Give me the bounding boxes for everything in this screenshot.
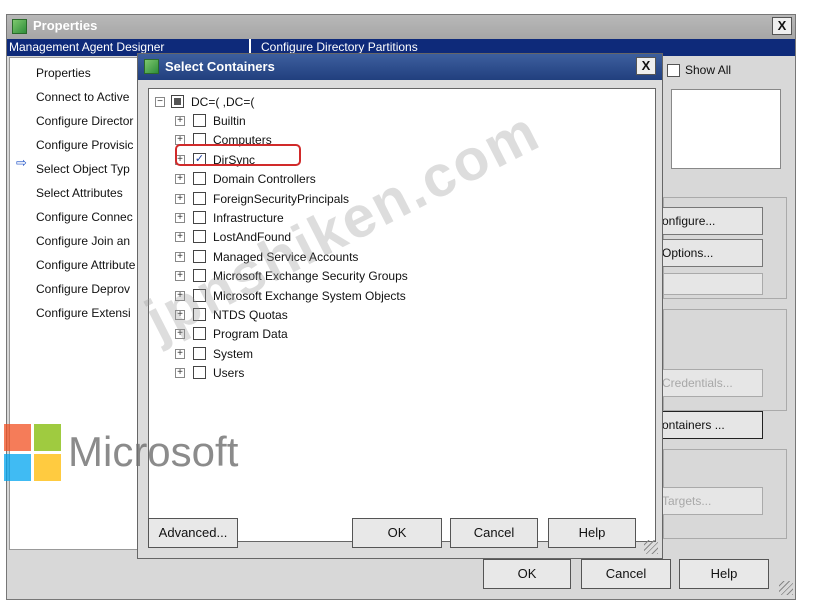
nav-item-configure-join[interactable]: Configure Join an bbox=[36, 232, 130, 250]
logo-square-blue bbox=[4, 454, 31, 481]
properties-cancel-button[interactable]: Cancel bbox=[581, 559, 671, 589]
select-containers-help-button[interactable]: Help bbox=[548, 518, 636, 548]
nav-item-configure-attribute-flow[interactable]: Configure Attribute bbox=[36, 256, 135, 274]
resize-grip-icon[interactable] bbox=[644, 540, 658, 554]
selected-arrow-icon: ⇨ bbox=[16, 155, 27, 170]
disabled-button bbox=[663, 273, 763, 295]
container-checkbox[interactable] bbox=[193, 346, 206, 360]
nav-item-configure-extensions[interactable]: Configure Extensi bbox=[36, 304, 131, 322]
nav-item-configure-directory-partitions[interactable]: Configure Director bbox=[36, 112, 133, 130]
container-checkbox[interactable] bbox=[193, 366, 206, 380]
partitions-listbox[interactable] bbox=[671, 89, 781, 169]
properties-help-button[interactable]: Help bbox=[679, 559, 769, 589]
container-label: Program Data bbox=[213, 327, 288, 342]
options-button[interactable]: Options... bbox=[655, 239, 763, 267]
tree-item-system[interactable]: + System bbox=[149, 345, 629, 364]
resize-grip-icon[interactable] bbox=[779, 581, 793, 595]
expand-icon[interactable]: + bbox=[175, 213, 185, 223]
show-all-label: Show All bbox=[685, 63, 732, 77]
select-containers-title-bar[interactable]: Select Containers bbox=[138, 54, 662, 80]
expand-icon[interactable]: + bbox=[175, 251, 185, 262]
select-containers-close-button[interactable]: X bbox=[636, 57, 656, 75]
container-label: System bbox=[213, 346, 254, 361]
root-checkbox[interactable] bbox=[171, 95, 184, 108]
properties-ok-button[interactable]: OK bbox=[483, 559, 571, 589]
tree-root-node[interactable]: − DC=( ,DC=( bbox=[149, 93, 629, 112]
properties-button-bar: OK Cancel Help bbox=[7, 553, 795, 599]
properties-title-bar[interactable]: Properties bbox=[7, 15, 795, 39]
microsoft-wordmark: Microsoft bbox=[68, 428, 239, 475]
container-checkbox[interactable] bbox=[193, 230, 206, 244]
tree-item-program-data[interactable]: + Program Data bbox=[149, 325, 629, 344]
dirsync-highlight-annotation bbox=[175, 144, 301, 166]
expand-icon[interactable]: + bbox=[175, 174, 185, 185]
properties-title: Properties bbox=[33, 18, 98, 33]
credentials-button[interactable]: Credentials... bbox=[655, 369, 763, 397]
container-label: Builtin bbox=[213, 114, 246, 128]
logo-square-yellow bbox=[34, 454, 61, 481]
logo-square-red bbox=[4, 424, 31, 451]
nav-item-select-attributes[interactable]: Select Attributes bbox=[36, 184, 123, 202]
containers-button[interactable]: ontainers ... bbox=[655, 411, 763, 439]
collapse-icon[interactable]: − bbox=[155, 97, 165, 107]
select-containers-ok-button[interactable]: OK bbox=[352, 518, 442, 548]
advanced-button[interactable]: Advanced... bbox=[148, 518, 238, 548]
tree-item-builtin[interactable]: + Builtin bbox=[149, 112, 629, 131]
container-checkbox[interactable] bbox=[193, 172, 206, 186]
properties-close-button[interactable]: X bbox=[772, 17, 792, 35]
expand-icon[interactable]: + bbox=[175, 368, 185, 379]
expand-icon[interactable]: + bbox=[175, 193, 185, 204]
container-checkbox[interactable] bbox=[193, 191, 206, 205]
container-checkbox[interactable] bbox=[193, 114, 206, 127]
app-icon bbox=[12, 19, 27, 34]
app-icon bbox=[144, 59, 159, 74]
nav-item-configure-deprovisioning[interactable]: Configure Deprov bbox=[36, 280, 130, 298]
nav-item-configure-provisioning[interactable]: Configure Provisic bbox=[36, 136, 133, 154]
select-containers-title: Select Containers bbox=[165, 59, 275, 74]
configure-button[interactable]: onfigure... bbox=[655, 207, 763, 235]
expand-icon[interactable]: + bbox=[175, 348, 185, 359]
tree-item-users[interactable]: + Users bbox=[149, 364, 629, 383]
select-containers-cancel-button[interactable]: Cancel bbox=[450, 518, 538, 548]
nav-item-configure-connector-filter[interactable]: Configure Connec bbox=[36, 208, 133, 226]
expand-icon[interactable]: + bbox=[175, 116, 185, 126]
expand-icon[interactable]: + bbox=[175, 232, 185, 243]
show-all-checkbox[interactable] bbox=[667, 64, 680, 77]
microsoft-logo-icon bbox=[4, 424, 62, 482]
nav-item-properties[interactable]: Properties bbox=[36, 64, 91, 82]
logo-square-green bbox=[34, 424, 61, 451]
container-checkbox[interactable] bbox=[193, 211, 206, 224]
targets-button[interactable]: Targets... bbox=[655, 487, 763, 515]
root-label: DC=( ,DC=( bbox=[191, 95, 255, 109]
nav-item-select-object-types[interactable]: Select Object Typ bbox=[36, 160, 130, 178]
nav-item-connect-active-directory[interactable]: Connect to Active bbox=[36, 88, 129, 106]
container-label: Domain Controllers bbox=[213, 172, 316, 187]
container-label: Users bbox=[213, 366, 245, 381]
